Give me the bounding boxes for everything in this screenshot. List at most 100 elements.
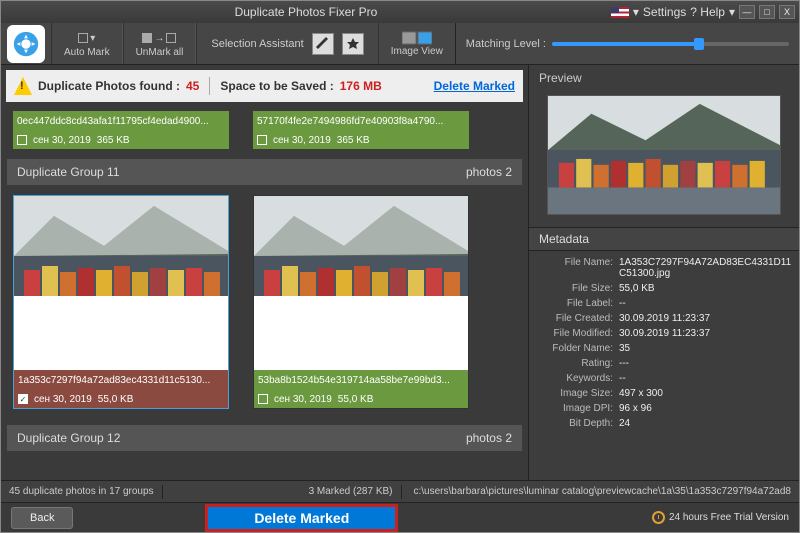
chevron-down-icon: ▾ bbox=[90, 33, 95, 44]
thumbnail-tile-selected[interactable]: 1a353c7297f94a72ad83ec4331d11c5130... ✓ … bbox=[13, 195, 229, 409]
maximize-button[interactable]: □ bbox=[759, 5, 775, 19]
image-view-toggle[interactable]: Image View bbox=[378, 23, 455, 64]
close-button[interactable]: X bbox=[779, 5, 795, 19]
metadata-list[interactable]: File Name:1A353C7297F94A72AD83EC4331D11C… bbox=[529, 251, 799, 480]
tile-date: сен 30, 2019 bbox=[33, 135, 91, 146]
info-bar: Duplicate Photos found : 45 Space to be … bbox=[6, 70, 523, 102]
auto-mark-label: Auto Mark bbox=[64, 47, 110, 58]
tile-footer: сен 30, 2019 55,0 KB bbox=[254, 390, 468, 408]
back-button[interactable]: Back bbox=[11, 507, 73, 529]
status-path: c:\users\barbara\pictures\luminar catalo… bbox=[410, 486, 792, 497]
tile-size: 55,0 KB bbox=[98, 394, 134, 405]
trial-text: 24 hours Free Trial Version bbox=[669, 512, 789, 523]
metadata-row: Image Size:497 x 300 bbox=[535, 386, 793, 401]
warning-icon bbox=[14, 77, 32, 95]
tile-footer: ✓ сен 30, 2019 55,0 KB bbox=[14, 390, 228, 408]
metadata-row: File Created:30.09.2019 11:23:37 bbox=[535, 311, 793, 326]
space-value: 176 MB bbox=[340, 79, 382, 93]
help-dropdown[interactable]: ▾ bbox=[729, 5, 735, 19]
arrow-right-icon: → bbox=[154, 33, 164, 44]
tool-button-2[interactable] bbox=[342, 33, 364, 55]
found-label: Duplicate Photos found : bbox=[38, 79, 180, 93]
tile-filename: 57170f4fe2e7494986fd7e40903f8a4790... bbox=[253, 111, 469, 131]
matching-level-label: Matching Level : bbox=[466, 38, 546, 50]
titlebar: Duplicate Photos Fixer Pro ▾ Settings ? … bbox=[1, 1, 799, 23]
space-label: Space to be Saved : bbox=[220, 79, 333, 93]
tile-size: 55,0 KB bbox=[338, 394, 374, 405]
group-header-12: Duplicate Group 12 photos 2 bbox=[7, 425, 522, 451]
results-pane: Duplicate Photos found : 45 Space to be … bbox=[1, 65, 529, 480]
tile-checkbox-checked[interactable]: ✓ bbox=[18, 394, 28, 404]
status-counts: 45 duplicate photos in 17 groups bbox=[9, 486, 154, 497]
metadata-row: Image DPI:96 x 96 bbox=[535, 401, 793, 416]
tile-footer: сен 30, 2019 365 KB bbox=[253, 131, 469, 149]
metadata-header: Metadata bbox=[529, 227, 799, 251]
tile-checkbox[interactable] bbox=[17, 135, 27, 145]
preview-header: Preview bbox=[529, 65, 799, 91]
flag-icon[interactable] bbox=[611, 7, 629, 18]
tile-footer: сен 30, 2019 365 KB bbox=[13, 131, 229, 149]
matching-level-slider[interactable] bbox=[552, 42, 789, 46]
unmark-all-button[interactable]: → UnMark all bbox=[123, 23, 197, 64]
tool-button-1[interactable] bbox=[312, 33, 334, 55]
unmark-all-label: UnMark all bbox=[136, 47, 184, 58]
status-marked: 3 Marked (287 KB) bbox=[309, 486, 393, 497]
app-logo bbox=[1, 23, 51, 64]
metadata-row: Rating:--- bbox=[535, 356, 793, 371]
delete-marked-button[interactable]: Delete Marked bbox=[205, 504, 398, 532]
group-11-tiles: 1a353c7297f94a72ad83ec4331d11c5130... ✓ … bbox=[7, 185, 522, 419]
tile-date: сен 30, 2019 bbox=[34, 394, 92, 405]
toolbar: ▾ Auto Mark → UnMark all Selection Assis… bbox=[1, 23, 799, 65]
bottom-bar: Back Delete Marked 24 hours Free Trial V… bbox=[1, 502, 799, 532]
help-link[interactable]: ? Help bbox=[690, 5, 725, 19]
group-title: Duplicate Group 12 bbox=[17, 431, 120, 445]
found-count: 45 bbox=[186, 79, 199, 93]
thumbnail-image bbox=[14, 196, 228, 326]
thumbnail-tile[interactable]: 57170f4fe2e7494986fd7e40903f8a4790... се… bbox=[253, 111, 469, 149]
path-text: c:\users\barbara\pictures\luminar catalo… bbox=[414, 486, 792, 497]
metadata-row: Bit Depth:24 bbox=[535, 416, 793, 431]
matching-level-section: Matching Level : bbox=[455, 23, 799, 64]
checkbox-icon bbox=[78, 33, 88, 43]
auto-mark-button[interactable]: ▾ Auto Mark bbox=[51, 23, 123, 64]
tile-date: сен 30, 2019 bbox=[273, 135, 331, 146]
image-view-icon bbox=[402, 30, 432, 46]
group-title: Duplicate Group 11 bbox=[17, 165, 120, 179]
metadata-row: File Size:55,0 KB bbox=[535, 281, 793, 296]
tile-size: 365 KB bbox=[337, 135, 370, 146]
metadata-row: Folder Name:35 bbox=[535, 341, 793, 356]
preview-image bbox=[547, 95, 781, 215]
delete-marked-link[interactable]: Delete Marked bbox=[434, 79, 515, 93]
app-title: Duplicate Photos Fixer Pro bbox=[1, 5, 611, 19]
thumbnail-tile[interactable]: 53ba8b1524b54e319714aa58be7e99bd3... сен… bbox=[253, 195, 469, 409]
results-scroll[interactable]: 0ec447ddc8cd43afa1f11795cf4edad4900... с… bbox=[1, 107, 528, 480]
metadata-row: File Name:1A353C7297F94A72AD83EC4331D11C… bbox=[535, 255, 793, 281]
app-window: Duplicate Photos Fixer Pro ▾ Settings ? … bbox=[0, 0, 800, 533]
thumbnail-tile[interactable]: 0ec447ddc8cd43afa1f11795cf4edad4900... с… bbox=[13, 111, 229, 149]
selection-assistant-label: Selection Assistant bbox=[211, 38, 303, 50]
partial-group: 0ec447ddc8cd43afa1f11795cf4edad4900... с… bbox=[7, 107, 522, 153]
flag-dropdown[interactable]: ▾ bbox=[633, 5, 639, 19]
metadata-row: Keywords:-- bbox=[535, 371, 793, 386]
content-area: Duplicate Photos found : 45 Space to be … bbox=[1, 65, 799, 480]
tile-filename: 53ba8b1524b54e319714aa58be7e99bd3... bbox=[254, 370, 468, 390]
preview-pane: Preview Metadata File Name:1A353C7297F94… bbox=[529, 65, 799, 480]
selection-assistant-section: Selection Assistant bbox=[196, 23, 377, 64]
minimize-button[interactable]: — bbox=[739, 5, 755, 19]
thumbnail-image bbox=[254, 196, 468, 326]
tile-checkbox[interactable] bbox=[258, 394, 268, 404]
checkbox-checked-icon bbox=[142, 33, 152, 43]
tile-filename: 1a353c7297f94a72ad83ec4331d11c5130... bbox=[14, 370, 228, 390]
status-bar: 45 duplicate photos in 17 groups 3 Marke… bbox=[1, 480, 799, 502]
tile-filename: 0ec447ddc8cd43afa1f11795cf4edad4900... bbox=[13, 111, 229, 131]
trial-notice: 24 hours Free Trial Version bbox=[652, 511, 789, 524]
metadata-row: File Modified:30.09.2019 11:23:37 bbox=[535, 326, 793, 341]
clock-icon bbox=[652, 511, 665, 524]
tile-size: 365 KB bbox=[97, 135, 130, 146]
group-count: photos 2 bbox=[466, 165, 512, 179]
group-count: photos 2 bbox=[466, 431, 512, 445]
settings-link[interactable]: Settings bbox=[643, 5, 686, 19]
tile-checkbox[interactable] bbox=[257, 135, 267, 145]
slider-thumb[interactable] bbox=[694, 38, 704, 50]
checkbox-empty-icon bbox=[166, 33, 176, 43]
